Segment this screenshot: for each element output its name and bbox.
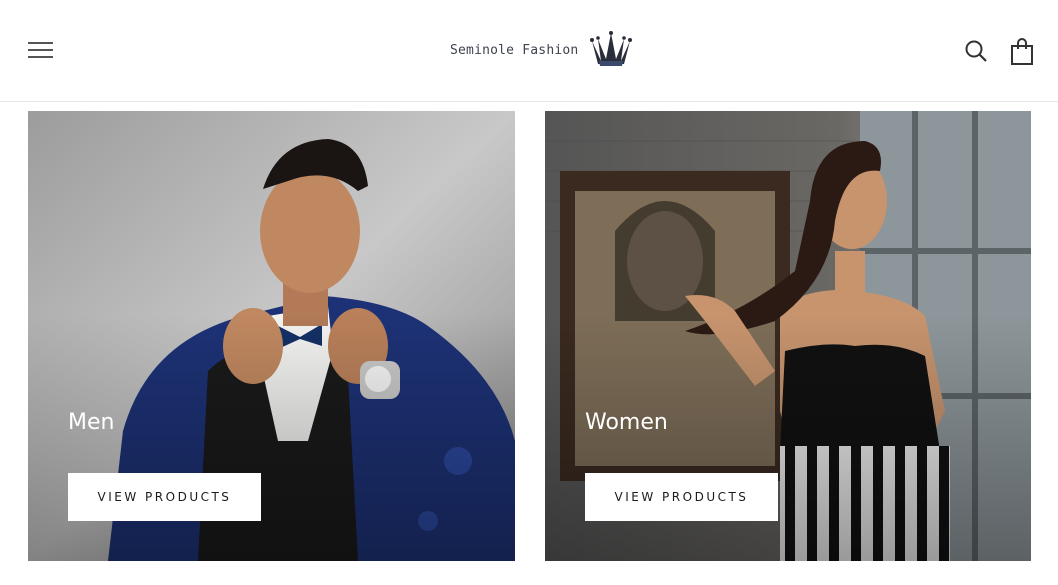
view-products-button[interactable]: VIEW PRODUCTS [585, 473, 778, 521]
search-icon[interactable] [964, 39, 988, 63]
collection-card-men[interactable]: Men VIEW PRODUCTS [28, 111, 515, 561]
shopping-bag-icon[interactable] [1010, 37, 1034, 65]
collection-card-women[interactable]: Women VIEW PRODUCTS [545, 111, 1031, 561]
site-logo[interactable]: Seminole Fashion [450, 30, 634, 70]
site-header: Seminole Fashion [0, 0, 1058, 102]
hamburger-menu-icon[interactable] [28, 41, 53, 59]
view-products-button[interactable]: VIEW PRODUCTS [68, 473, 261, 521]
collection-title: Women [585, 410, 668, 435]
crown-icon [590, 31, 633, 66]
logo-text: Seminole Fashion [450, 42, 579, 58]
collection-title: Men [68, 410, 115, 435]
